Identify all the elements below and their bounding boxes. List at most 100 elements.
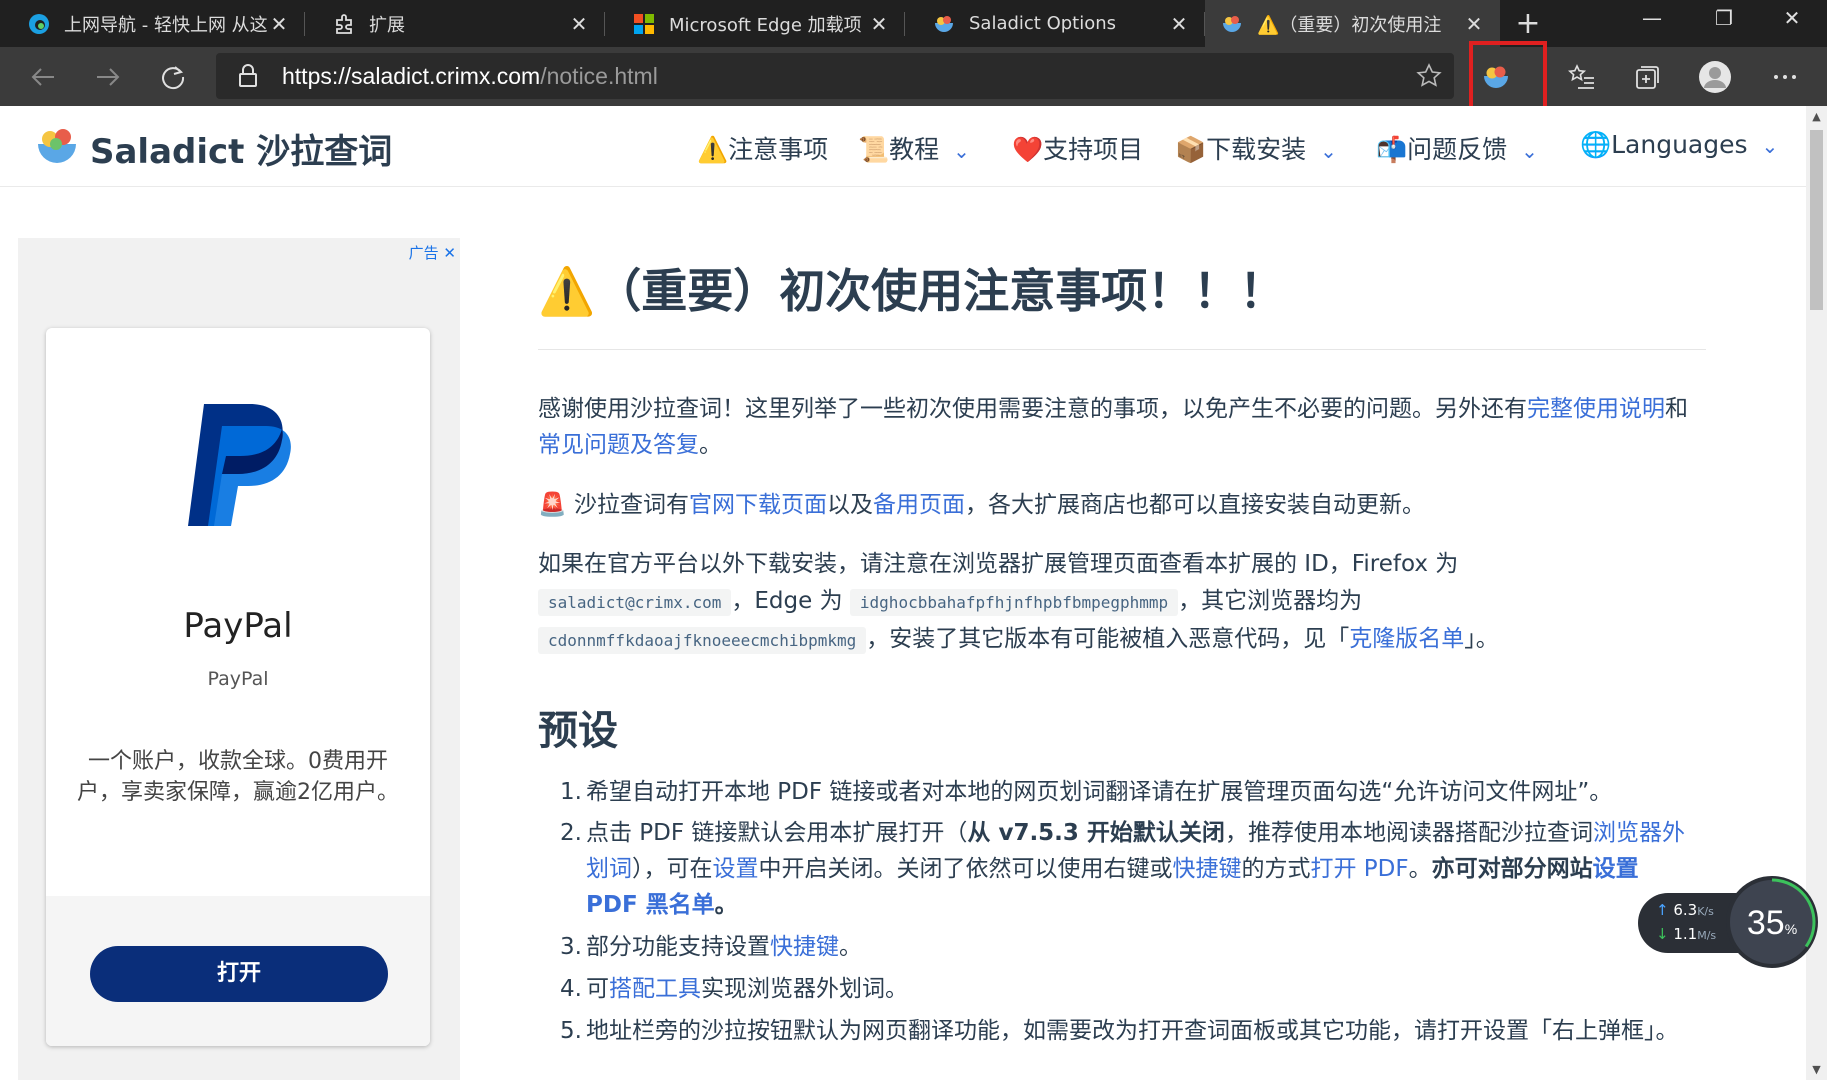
ad-description: 一个账户，收款全球。0费用开户，享卖家保障，赢逾2亿用户。 — [77, 749, 399, 805]
nav-download[interactable]: 📦下载安装 ⌄ — [1175, 130, 1337, 166]
percent-value: 35 — [1746, 904, 1785, 942]
list-text: 希望自动打开本地 PDF 链接或者对本地的网页划词翻译请在扩展管理页面勾选“允许… — [586, 779, 1613, 805]
site-header: Saladict 沙拉查词 ⚠️注意事项 📜教程 ⌄ ❤️支持项目 📦下载安装 ⌄ … — [0, 106, 1806, 187]
link-clone-list[interactable]: 克隆版名单 — [1349, 626, 1464, 652]
close-window-button[interactable]: ✕ — [1762, 6, 1822, 30]
text: 和 — [1665, 396, 1688, 422]
intro-paragraph: 感谢使用沙拉查词！这里列举了一些初次使用需要注意的事项，以免产生不必要的问题。另… — [538, 391, 1706, 463]
tab-strip: 上网导航 - 轻快上网 从这 ✕ 扩展 ✕ Microsoft Edge 加载项… — [0, 0, 1827, 47]
saladict-icon — [933, 13, 955, 35]
nav-label: ❤️支持项目 — [1012, 135, 1144, 164]
tab-navigation[interactable]: 上网导航 - 轻快上网 从这 ✕ — [0, 0, 305, 47]
ad-panel: 广告 ✕ PayPal PayPal 一个账户，收款全球。0费用开户，享卖家保障… — [18, 238, 460, 1080]
text: 可 — [586, 976, 609, 1002]
text: 点击 PDF 链接默认会用本扩展打开（ — [586, 820, 968, 846]
link-faq[interactable]: 常见问题及答复 — [538, 432, 699, 458]
link-tools[interactable]: 搭配工具 — [609, 976, 701, 1002]
restore-button[interactable]: ❐ — [1694, 6, 1754, 30]
edge-icon — [28, 13, 50, 35]
collections-icon[interactable] — [1622, 47, 1672, 106]
nav-notice[interactable]: ⚠️注意事项 — [697, 130, 828, 166]
back-icon[interactable] — [18, 47, 68, 106]
list-number: 5. — [560, 1018, 582, 1044]
bold-text: 亦可对部分网站 — [1431, 856, 1593, 882]
list-item: 3. 部分功能支持设置快捷键。 — [560, 929, 1710, 965]
memory-gauge[interactable]: 35% — [1726, 876, 1818, 968]
tab-close-icon[interactable]: ✕ — [567, 12, 591, 36]
refresh-icon[interactable] — [148, 47, 198, 106]
tab-saladict-options[interactable]: Saladict Options ✕ — [905, 0, 1205, 47]
ad-close-icon[interactable]: ✕ — [443, 244, 456, 262]
link-open-pdf[interactable]: 打开 PDF — [1311, 856, 1409, 882]
favorite-star-icon[interactable] — [1416, 63, 1442, 93]
text: 沙拉查词有 — [566, 492, 689, 518]
text: ，Edge 为 — [731, 588, 843, 614]
text: ，安装了其它版本有可能被植入恶意代码，见「 — [866, 626, 1350, 652]
upload-value: 6.3 — [1673, 901, 1698, 919]
list-text: 点击 PDF 链接默认会用本扩展打开（从 v7.5.3 开始默认关闭，推荐使用本… — [586, 815, 1696, 923]
text: 。 — [699, 432, 722, 458]
list-text: 地址栏旁的沙拉按钮默认为网页翻译功能，如需要改为打开查词面板或其它功能，请打开设… — [586, 1018, 1679, 1044]
text: 。 — [839, 934, 862, 960]
chevron-down-icon: ⌄ — [1761, 134, 1779, 158]
upload-unit: K/s — [1697, 905, 1714, 918]
minimize-button[interactable]: — — [1622, 6, 1682, 30]
address-bar[interactable]: https://saladict.crimx.com/notice.html — [216, 53, 1454, 99]
text: 」。 — [1464, 626, 1499, 652]
puzzle-icon — [333, 13, 355, 35]
list-number: 1. — [560, 779, 582, 805]
tab-notice-active[interactable]: ⚠️（重要）初次使用注 ✕ — [1205, 0, 1500, 47]
link-backup-page[interactable]: 备用页面 — [873, 492, 965, 518]
nav-languages[interactable]: 🌐Languages ⌄ — [1580, 130, 1778, 160]
text: 的方式 — [1241, 856, 1311, 882]
download-arrow-icon: ↓ — [1656, 925, 1669, 943]
ad-open-button[interactable]: 打开 — [90, 946, 388, 1002]
browser-toolbar: https://saladict.crimx.com/notice.html — [0, 47, 1827, 106]
site-title[interactable]: Saladict 沙拉查词 — [90, 124, 392, 173]
link-settings[interactable]: 设置 — [713, 856, 759, 882]
download-unit: M/s — [1697, 929, 1717, 942]
tab-title: 上网导航 - 轻快上网 从这 — [64, 14, 267, 36]
link-official-download[interactable]: 官网下载页面 — [689, 492, 827, 518]
link-shortcuts[interactable]: 快捷键 — [1173, 856, 1242, 882]
url-text: https://saladict.crimx.com/notice.html — [282, 63, 658, 90]
ad-subtitle: PayPal — [207, 668, 269, 690]
code-edge-id: idghocbbahafpfhjnfhpbfbmpegphmmp — [849, 589, 1179, 616]
bold-text: 。 — [714, 892, 738, 918]
nav-tutorial[interactable]: 📜教程 ⌄ — [858, 130, 970, 166]
link-shortcuts[interactable]: 快捷键 — [770, 934, 839, 960]
page-title: ⚠️（重要）初次使用注意事项！！！ — [538, 264, 1286, 318]
nav-feedback[interactable]: 📬问题反馈 ⌄ — [1376, 130, 1538, 166]
nav-label: ⚠️注意事项 — [697, 135, 829, 164]
profile-avatar-icon[interactable] — [1690, 47, 1740, 106]
paypal-logo-icon — [188, 404, 291, 526]
percent-sign: % — [1784, 921, 1798, 937]
scroll-down-arrow-icon[interactable]: ▼ — [1806, 1063, 1827, 1076]
siren-icon: 🚨 — [538, 492, 567, 518]
text: 感谢使用沙拉查词！这里列举了一些初次使用需要注意的事项，以免产生不必要的问题。另… — [538, 396, 1527, 422]
tab-close-icon[interactable]: ✕ — [267, 12, 291, 36]
scrollbar-thumb[interactable] — [1810, 130, 1823, 310]
more-menu-icon[interactable] — [1760, 47, 1810, 106]
microsoft-logo-icon — [633, 13, 655, 35]
code-other-id: cdonnmffkdaoajfknoeeecmchibpmkmg — [538, 627, 867, 654]
text: 以及 — [826, 492, 873, 518]
ad-name: PayPal — [183, 606, 293, 646]
scroll-up-arrow-icon[interactable]: ▲ — [1806, 110, 1827, 123]
tab-close-icon[interactable]: ✕ — [1167, 12, 1191, 36]
link-full-manual[interactable]: 完整使用说明 — [1527, 396, 1665, 422]
new-tab-button[interactable]: + — [1510, 6, 1546, 41]
ad-badge[interactable]: 广告 ✕ — [409, 242, 456, 263]
text: ，推荐使用本地阅读器搭配沙拉查词 — [1224, 820, 1593, 846]
forward-icon[interactable] — [83, 47, 133, 106]
saladict-logo-icon — [38, 129, 76, 163]
tab-extensions[interactable]: 扩展 ✕ — [305, 0, 605, 47]
tab-close-icon[interactable]: ✕ — [1462, 12, 1486, 36]
tab-edge-addons[interactable]: Microsoft Edge 加载项 - ✕ — [605, 0, 905, 47]
upload-speed: ↑ 6.3K/s — [1656, 901, 1714, 919]
favorites-list-icon[interactable] — [1557, 47, 1607, 106]
chevron-down-icon: ⌄ — [1521, 139, 1538, 163]
nav-support[interactable]: ❤️支持项目 — [1012, 130, 1143, 166]
tab-close-icon[interactable]: ✕ — [867, 12, 891, 36]
ad-card[interactable]: PayPal PayPal 一个账户，收款全球。0费用开户，享卖家保障，赢逾2亿… — [46, 328, 430, 1046]
